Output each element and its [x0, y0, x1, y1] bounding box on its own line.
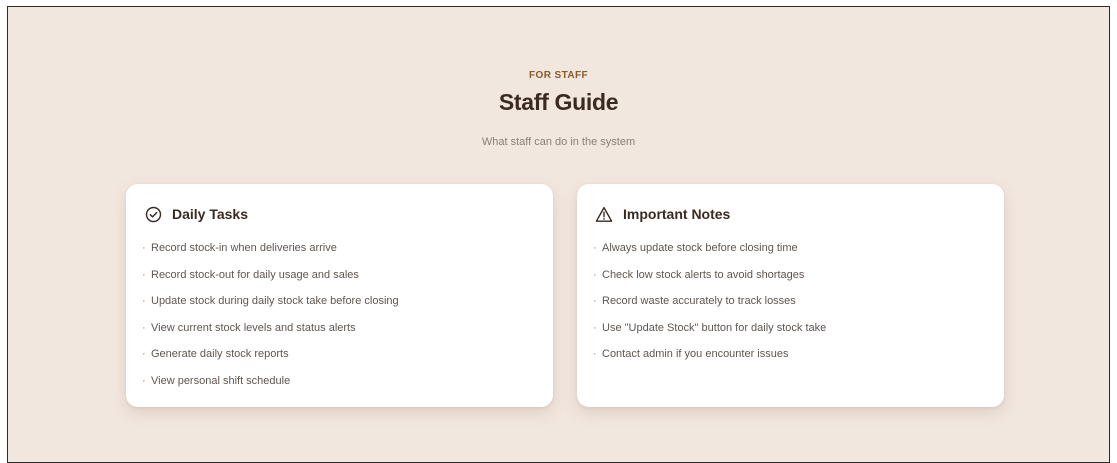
bullet: · — [593, 348, 597, 361]
daily-tasks-header: Daily Tasks — [144, 205, 248, 223]
important-notes-title: Important Notes — [623, 206, 731, 222]
list-item-text: Check low stock alerts to avoid shortage… — [602, 268, 805, 281]
list-item-text: Record stock-in when deliveries arrive — [151, 242, 337, 254]
check-circle-icon — [144, 205, 162, 223]
list-item: · Record waste accurately to track losses — [593, 294, 826, 321]
list-item: · Always update stock before closing time — [593, 241, 826, 268]
list-item-text: Use "Update Stock" button for daily stoc… — [602, 321, 827, 334]
daily-tasks-card: Daily Tasks · Record stock-in when delive… — [126, 184, 553, 407]
bullet: · — [593, 268, 597, 281]
bullet: · — [142, 321, 146, 334]
bullet: · — [142, 242, 146, 254]
warning-triangle-icon — [595, 205, 613, 223]
list-item-text: View personal shift schedule — [151, 374, 291, 387]
list-item-text: Update stock during daily stock take bef… — [151, 295, 399, 308]
list-item: · View current stock levels and status al… — [142, 321, 399, 348]
staff-guide-section: FOR STAFF Staff Guide What staff can do … — [7, 6, 1110, 463]
bullet: · — [593, 242, 597, 254]
bullet: · — [142, 295, 146, 308]
list-item: · Contact admin if you encounter issues — [593, 347, 826, 374]
list-item-text: Record waste accurately to track losses — [602, 295, 796, 308]
list-item: · Record stock-out for daily usage and sa… — [142, 268, 399, 295]
list-item: · Use "Update Stock" button for daily sto… — [593, 321, 826, 348]
list-item-text: Contact admin if you encounter issues — [602, 348, 789, 361]
list-item: · Generate daily stock reports — [142, 347, 399, 374]
list-item-text: Always update stock before closing time — [602, 242, 798, 254]
bullet: · — [142, 348, 146, 361]
list-item: · Record stock-in when deliveries arrive — [142, 241, 399, 268]
bullet: · — [142, 268, 146, 281]
important-notes-card: Important Notes · Always update stock bef… — [577, 184, 1004, 407]
important-notes-list: · Always update stock before closing time… — [593, 241, 826, 374]
section-eyebrow: FOR STAFF — [529, 70, 588, 81]
bullet: · — [593, 321, 597, 334]
page-title: Staff Guide — [498, 89, 619, 115]
list-item-text: Record stock-out for daily usage and sal… — [151, 268, 359, 281]
daily-tasks-list: · Record stock-in when deliveries arrive … — [142, 241, 399, 401]
list-item: · View personal shift schedule — [142, 374, 399, 401]
bullet: · — [142, 374, 146, 387]
daily-tasks-title: Daily Tasks — [172, 206, 249, 222]
page-subtitle: What staff can do in the system — [481, 136, 636, 148]
list-item-text: View current stock levels and status ale… — [151, 321, 356, 334]
important-notes-header: Important Notes — [595, 205, 730, 223]
list-item: · Check low stock alerts to avoid shortag… — [593, 268, 826, 295]
list-item-text: Generate daily stock reports — [151, 348, 289, 361]
list-item: · Update stock during daily stock take be… — [142, 294, 399, 321]
bullet: · — [593, 295, 597, 308]
